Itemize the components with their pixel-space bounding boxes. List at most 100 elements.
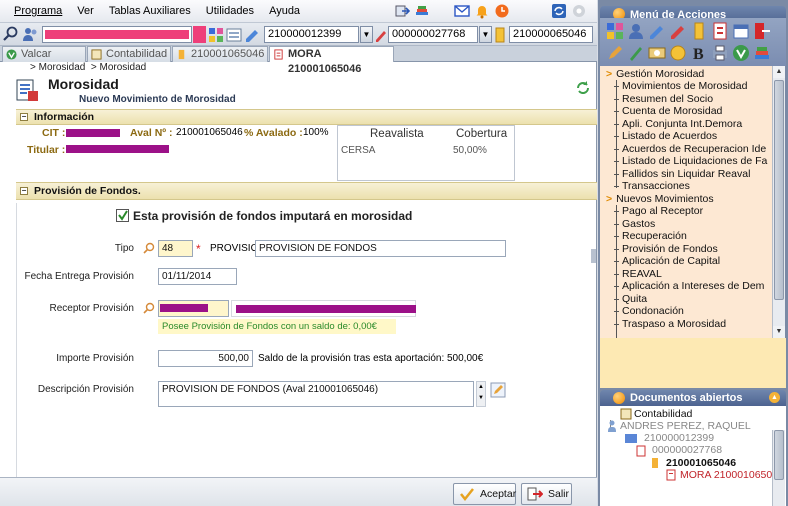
menu-ver[interactable]: Ver bbox=[77, 5, 94, 17]
users-icon[interactable] bbox=[22, 26, 38, 42]
edit-text-icon[interactable] bbox=[490, 382, 506, 398]
action-apli-conjunta[interactable]: Apli. Conjunta Int.Demora bbox=[613, 118, 742, 130]
letter-b-icon[interactable]: B bbox=[690, 44, 708, 62]
reload-icon[interactable] bbox=[575, 80, 591, 96]
valcar-logo-icon[interactable] bbox=[732, 44, 750, 62]
group-nuevos-movimientos[interactable]: > Nuevos Movimientos bbox=[606, 193, 714, 205]
grid-header-reavalista[interactable]: Reavalista bbox=[370, 128, 424, 140]
scroll-up-icon[interactable]: ▲ bbox=[477, 382, 485, 392]
aval-field-3[interactable]: 210000065046 bbox=[509, 26, 593, 43]
coins-icon[interactable] bbox=[669, 44, 687, 62]
library-icon[interactable] bbox=[753, 44, 771, 62]
clock-icon[interactable] bbox=[494, 3, 510, 19]
printer-icon[interactable] bbox=[711, 44, 729, 62]
imputar-checkbox-label[interactable]: Esta provisión de fondos imputará en mor… bbox=[133, 209, 412, 223]
action-gastos[interactable]: Gastos bbox=[613, 218, 655, 230]
action-listado-acuerdos[interactable]: Listado de Acuerdos bbox=[613, 130, 717, 142]
aval-field-1-dropdown[interactable]: ▼ bbox=[360, 26, 373, 43]
scroll-down-icon[interactable]: ▼ bbox=[477, 392, 485, 404]
mail-icon[interactable] bbox=[454, 3, 470, 19]
imputar-checkbox[interactable] bbox=[116, 209, 129, 222]
tipo-code-input[interactable]: 48 bbox=[158, 240, 193, 257]
action-fallidos[interactable]: Fallidos sin Liquidar Reaval bbox=[613, 168, 750, 180]
refresh-icon[interactable] bbox=[551, 3, 567, 19]
menu-ayuda[interactable]: Ayuda bbox=[269, 5, 300, 17]
file-red-icon[interactable] bbox=[373, 27, 389, 43]
books-icon[interactable] bbox=[414, 3, 430, 19]
search-icon[interactable] bbox=[3, 26, 19, 42]
action-condonacion[interactable]: Condonación bbox=[614, 305, 684, 317]
socio-search-field[interactable] bbox=[42, 26, 192, 43]
stack-icon[interactable] bbox=[226, 27, 242, 43]
breadcrumb-item-1[interactable]: Morosidad bbox=[39, 62, 86, 73]
tipo-description[interactable]: PROVISION DE FONDOS bbox=[255, 240, 506, 257]
splitter-handle[interactable] bbox=[591, 249, 596, 263]
menu-programa[interactable]: Programa bbox=[14, 5, 62, 17]
aval-field-2-dropdown[interactable]: ▼ bbox=[479, 26, 492, 43]
grid-cell-cobertura[interactable]: 50,00% bbox=[453, 145, 487, 156]
brush-icon[interactable] bbox=[627, 44, 645, 62]
report-red-icon[interactable] bbox=[711, 22, 729, 40]
docs-panel-header[interactable]: Documentos abiertos ▲ bbox=[600, 390, 786, 406]
action-traspaso-morosidad[interactable]: Traspaso a Morosidad bbox=[613, 318, 726, 330]
action-provision-fondos[interactable]: Provisión de Fondos bbox=[614, 243, 718, 255]
settings-icon[interactable] bbox=[571, 3, 587, 19]
actions-scroll-thumb[interactable] bbox=[774, 80, 784, 300]
collapse-icon[interactable]: − bbox=[20, 113, 28, 121]
action-quita[interactable]: Quita bbox=[613, 293, 647, 305]
descripcion-textarea[interactable]: PROVISION DE FONDOS (Aval 210001065046) bbox=[158, 381, 474, 407]
doc-contabilidad[interactable]: Contabilidad bbox=[634, 408, 692, 420]
docs-scrollbar[interactable] bbox=[772, 430, 785, 506]
exit-button[interactable]: Salir bbox=[521, 483, 572, 505]
actions-scrollbar[interactable]: ▲ ▼ bbox=[772, 66, 785, 338]
doc-socio[interactable]: ANDRES PEREZ, RAQUEL bbox=[620, 420, 751, 432]
breadcrumb-item-2[interactable]: Morosidad bbox=[100, 62, 147, 73]
menu-tablas-auxiliares[interactable]: Tablas Auxiliares bbox=[109, 5, 191, 17]
grid-cell-reavalista[interactable]: CERSA bbox=[341, 145, 375, 156]
action-listado-liquidaciones[interactable]: Listado de Liquidaciones de Fa bbox=[613, 155, 767, 167]
doc-aval-3[interactable]: 210001065046 bbox=[666, 457, 736, 469]
importe-input[interactable]: 500,00 bbox=[158, 350, 253, 367]
action-cuenta-morosidad[interactable]: Cuenta de Morosidad bbox=[613, 105, 722, 117]
action-aplicacion-intereses[interactable]: Aplicación a Intereses de Dem bbox=[613, 280, 764, 292]
file-yellow-icon[interactable] bbox=[492, 27, 508, 43]
edit-red-icon[interactable] bbox=[669, 22, 687, 40]
grid-colors-icon[interactable] bbox=[208, 27, 224, 43]
aval-field-1[interactable]: 210000012399 bbox=[264, 26, 359, 43]
fecha-input[interactable]: 01/11/2014 bbox=[158, 268, 237, 285]
pen-icon[interactable] bbox=[606, 44, 624, 62]
receptor-name[interactable] bbox=[231, 300, 416, 317]
export-icon[interactable] bbox=[394, 3, 410, 19]
collapse-panel-icon[interactable]: ▲ bbox=[769, 392, 780, 403]
doc-aval-2[interactable]: 000000027768 bbox=[652, 444, 722, 456]
accept-button[interactable]: Aceptar bbox=[453, 483, 516, 505]
docs-scroll-thumb[interactable] bbox=[774, 430, 784, 480]
action-reaval[interactable]: REAVAL bbox=[614, 268, 662, 280]
receptor-search-icon[interactable] bbox=[143, 302, 155, 314]
action-recuperacion[interactable]: Recuperación bbox=[614, 230, 687, 242]
money-icon[interactable] bbox=[648, 44, 666, 62]
box-yellow-icon[interactable] bbox=[690, 22, 708, 40]
action-movimientos-morosidad[interactable]: Movimientos de Morosidad bbox=[613, 80, 747, 92]
collapse-icon-2[interactable]: − bbox=[20, 187, 28, 195]
tab-aval[interactable]: 210001065046 bbox=[172, 46, 268, 62]
group-gestion-morosidad[interactable]: > Gestión Morosidad bbox=[606, 68, 704, 80]
doc-aval-1[interactable]: 210000012399 bbox=[644, 432, 714, 444]
reavalista-grid[interactable]: Reavalista Cobertura CERSA 50,00% bbox=[337, 125, 515, 181]
scroll-down-icon[interactable]: ▼ bbox=[773, 326, 785, 338]
action-acuerdos-recuperacion[interactable]: Acuerdos de Recuperacion Ide bbox=[613, 143, 766, 155]
doc-mora[interactable]: MORA 21000106504 bbox=[680, 469, 778, 481]
action-transacciones[interactable]: Transacciones bbox=[614, 180, 690, 192]
tipo-search-icon[interactable] bbox=[143, 242, 155, 254]
action-pago-receptor[interactable]: Pago al Receptor bbox=[613, 205, 703, 217]
edit-blue-icon[interactable] bbox=[648, 22, 666, 40]
palette-icon[interactable] bbox=[606, 22, 624, 40]
calendar-icon[interactable] bbox=[732, 22, 750, 40]
provision-section-header[interactable]: − Provisión de Fondos. bbox=[16, 182, 597, 200]
descripcion-scrollbar[interactable]: ▲ ▼ bbox=[476, 381, 486, 407]
document-icon[interactable] bbox=[244, 27, 260, 43]
exit-door-icon[interactable] bbox=[753, 22, 771, 40]
bell-icon[interactable] bbox=[474, 3, 490, 19]
tab-valcar[interactable]: Valcar bbox=[2, 46, 86, 62]
action-aplicacion-capital[interactable]: Aplicación de Capital bbox=[613, 255, 720, 267]
